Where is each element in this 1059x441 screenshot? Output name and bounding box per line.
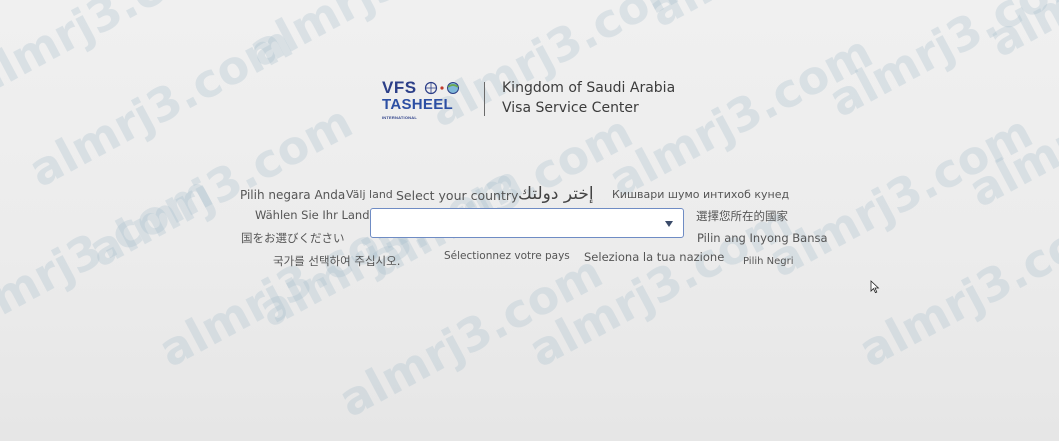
logo-tasheel-text: TASHEEL <box>382 96 453 113</box>
watermark-text: almrj3.com <box>760 104 1041 288</box>
prompt-french: Sélectionnez votre pays <box>444 250 570 262</box>
prompt-korean: 국가를 선택하여 주십시오. <box>273 254 401 268</box>
mouse-pointer-icon <box>870 280 880 294</box>
prompt-german: Wählen Sie Ihr Land <box>255 208 370 222</box>
prompt-malay: Pilih negara Anda <box>240 188 346 202</box>
watermark-text: almrj3.com <box>850 194 1059 378</box>
prompt-japanese: 国をお選びください <box>241 231 345 245</box>
header-title-line2: Visa Service Center <box>502 100 639 116</box>
globe-icon <box>424 81 459 95</box>
prompt-chinese: 選擇您所在的國家 <box>696 209 788 223</box>
vfs-tasheel-logo: VFS TASHEEL INTERNATIONAL <box>382 78 464 122</box>
prompt-indonesian: Pilih Negri <box>743 256 794 267</box>
logo-international-text: INTERNATIONAL <box>382 115 417 120</box>
header-divider <box>484 82 485 116</box>
prompt-tajik: Кишвари шумо интихоб кунед <box>612 188 790 201</box>
watermark-text: almrj3.com <box>640 0 921 38</box>
country-select[interactable] <box>370 208 684 238</box>
watermark-text: almrj3.com <box>960 34 1059 218</box>
prompt-italian: Seleziona la tua nazione <box>584 250 725 264</box>
prompt-filipino: Pilin ang Inyong Bansa <box>697 231 828 245</box>
watermark-text: almrj3.com <box>20 14 301 198</box>
logo-vfs-text: VFS <box>382 78 417 97</box>
prompt-english: Select your country <box>396 188 519 203</box>
watermark-text: almrj3.com <box>980 0 1059 68</box>
prompt-swedish: Välj land <box>346 188 393 201</box>
watermark-text: almrj3.com <box>0 164 221 348</box>
watermark-text: almrj3.com <box>80 94 361 278</box>
watermark-text: almrj3.com <box>820 0 1059 128</box>
prompt-arabic: إختر دولتك <box>518 184 594 204</box>
watermark-text: almrj3.com <box>0 0 241 108</box>
watermark-text: almrj3.com <box>240 0 521 78</box>
header-title-line1: Kingdom of Saudi Arabia <box>502 80 676 96</box>
watermark-text: almrj3.com <box>600 24 881 208</box>
watermark-text: almrj3.com <box>330 244 611 428</box>
chevron-down-icon[interactable] <box>665 221 673 227</box>
